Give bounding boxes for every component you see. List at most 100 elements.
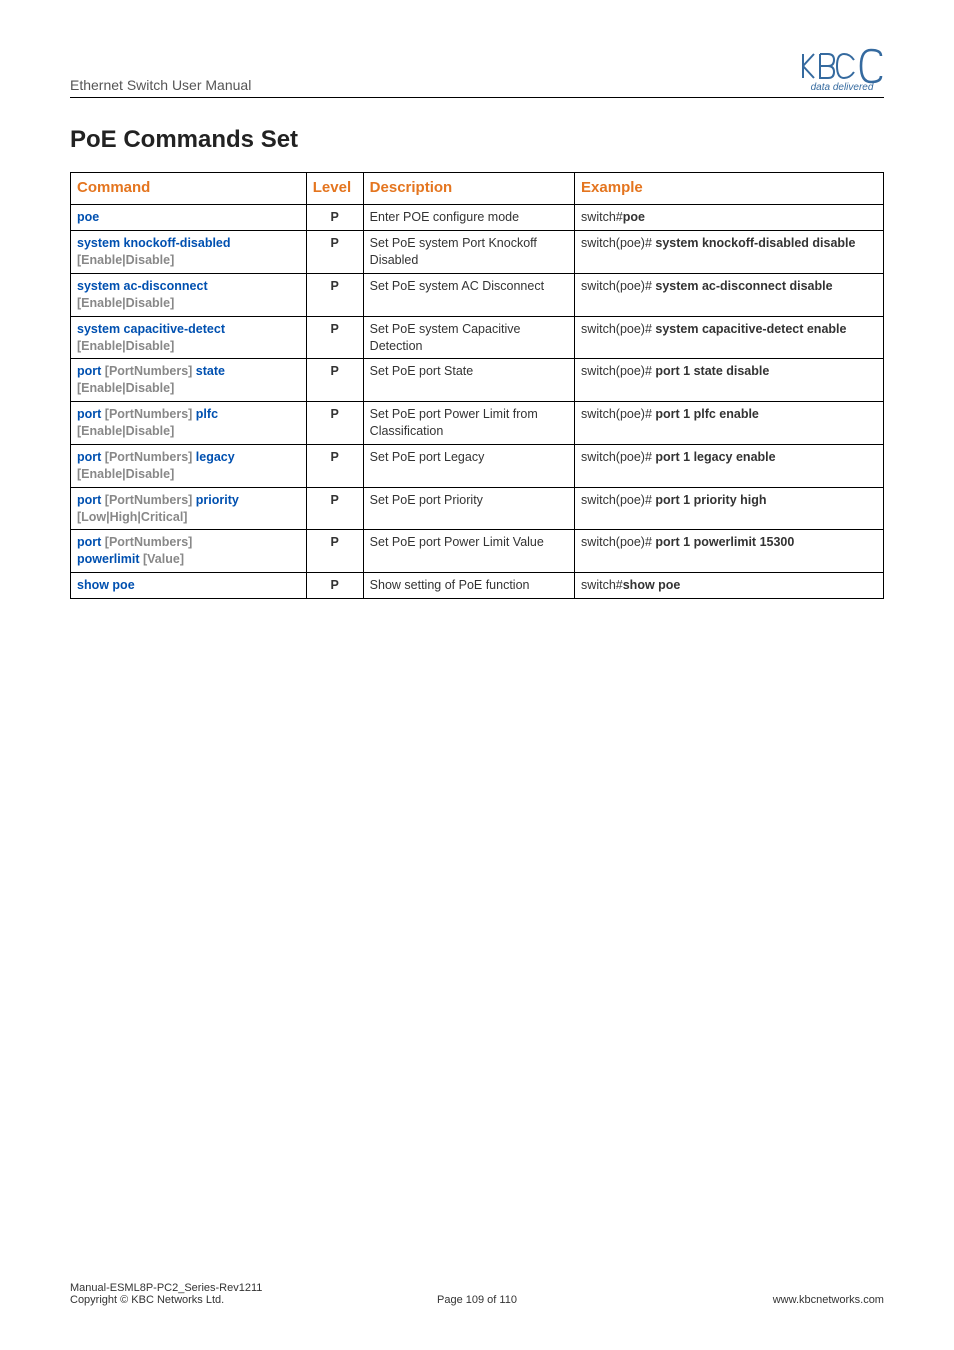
cmd-keyword: poe [77, 210, 99, 224]
cmd-param: [Enable|Disable] [77, 296, 174, 310]
example-command: port 1 plfc enable [655, 407, 759, 421]
cell-command: port [PortNumbers] state[Enable|Disable] [71, 359, 307, 402]
cell-example: switch(poe)# port 1 priority high [575, 487, 884, 530]
footer-page: Page 109 of 110 [341, 1294, 612, 1306]
table-row: system knockoff-disabled [Enable|Disable]… [71, 231, 884, 274]
cell-level: P [306, 573, 363, 599]
table-row: port [PortNumbers]powerlimit [Value]PSet… [71, 530, 884, 573]
cmd-param: [Enable|Disable] [77, 381, 174, 395]
table-row: port [PortNumbers] plfc[Enable|Disable]P… [71, 402, 884, 445]
manual-title: Ethernet Switch User Manual [70, 77, 251, 93]
footer-left: Manual-ESML8P-PC2_Series-Rev1211 Copyrig… [70, 1282, 341, 1306]
footer-url: www.kbcnetworks.com [613, 1294, 884, 1306]
example-command: system knockoff-disabled disable [655, 236, 855, 250]
cell-command: port [PortNumbers] powerlimit [Value] [71, 530, 307, 573]
cell-level: P [306, 316, 363, 359]
cmd-keyword: port [77, 493, 101, 507]
footer-copyright: Copyright © KBC Networks Ltd. [70, 1294, 341, 1306]
table-header-row: Command Level Description Example [71, 173, 884, 205]
cell-example: switch(poe)# port 1 powerlimit 15300 [575, 530, 884, 573]
cmd-param: [PortNumbers] [105, 450, 193, 464]
cmd-keyword: priority [196, 493, 239, 507]
cmd-keyword: system knockoff-disabled [77, 236, 231, 250]
example-prefix: switch(poe)# [581, 450, 655, 464]
cmd-param: [PortNumbers] [105, 493, 193, 507]
table-row: system capacitive-detect [Enable|Disable]… [71, 316, 884, 359]
footer-right: www.kbcnetworks.com [613, 1282, 884, 1306]
example-command: port 1 legacy enable [655, 450, 775, 464]
page-footer: Manual-ESML8P-PC2_Series-Rev1211 Copyrig… [70, 1282, 884, 1306]
cell-level: P [306, 205, 363, 231]
cmd-param: [Enable|Disable] [77, 424, 174, 438]
cmd-keyword: powerlimit [77, 552, 140, 566]
cell-command: show poe [71, 573, 307, 599]
th-description: Description [363, 173, 574, 205]
example-command: show poe [623, 578, 681, 592]
example-prefix: switch(poe)# [581, 364, 655, 378]
cell-command: port [PortNumbers] priority [Low|High|Cri… [71, 487, 307, 530]
cell-level: P [306, 487, 363, 530]
cell-example: switch(poe)# system knockoff-disabled di… [575, 231, 884, 274]
example-prefix: switch# [581, 578, 623, 592]
cell-level: P [306, 444, 363, 487]
example-command: system ac-disconnect disable [655, 279, 832, 293]
cmd-param: [PortNumbers] [105, 535, 193, 549]
cell-description: Enter POE configure mode [363, 205, 574, 231]
cmd-keyword: port [77, 450, 101, 464]
example-command: port 1 priority high [655, 493, 766, 507]
cell-example: switch(poe)# system capacitive-detect en… [575, 316, 884, 359]
cmd-keyword: plfc [196, 407, 218, 421]
cmd-param: [PortNumbers] [105, 364, 193, 378]
cell-description: Set PoE port Priority [363, 487, 574, 530]
cmd-keyword: state [196, 364, 225, 378]
cell-command: port [PortNumbers] legacy [Enable|Disable… [71, 444, 307, 487]
section-title: PoE Commands Set [70, 126, 884, 154]
cell-example: switch(poe)# port 1 plfc enable [575, 402, 884, 445]
example-prefix: switch(poe)# [581, 279, 655, 293]
cell-description: Set PoE system Port Knockoff Disabled [363, 231, 574, 274]
th-command: Command [71, 173, 307, 205]
cmd-keyword: port [77, 407, 101, 421]
cell-level: P [306, 402, 363, 445]
cmd-param: [Enable|Disable] [77, 253, 174, 267]
cmd-param: [Enable|Disable] [77, 339, 174, 353]
cell-level: P [306, 273, 363, 316]
brand-logo: data delivered [800, 48, 884, 93]
cell-command: system ac-disconnect [Enable|Disable] [71, 273, 307, 316]
cell-level: P [306, 359, 363, 402]
cmd-keyword: system ac-disconnect [77, 279, 208, 293]
footer-manual-ref: Manual-ESML8P-PC2_Series-Rev1211 [70, 1282, 341, 1294]
th-example: Example [575, 173, 884, 205]
cell-command: system capacitive-detect [Enable|Disable] [71, 316, 307, 359]
cmd-param: [Value] [143, 552, 184, 566]
table-row: poePEnter POE configure modeswitch#poe [71, 205, 884, 231]
cmd-keyword: show poe [77, 578, 135, 592]
cmd-keyword: port [77, 535, 101, 549]
example-prefix: switch(poe)# [581, 493, 655, 507]
cell-example: switch#show poe [575, 573, 884, 599]
kbc-logo-icon [800, 48, 884, 84]
example-command: port 1 powerlimit 15300 [655, 535, 794, 549]
example-prefix: switch(poe)# [581, 535, 655, 549]
table-row: port [PortNumbers] state[Enable|Disable]… [71, 359, 884, 402]
example-command: system capacitive-detect enable [655, 322, 846, 336]
cell-example: switch(poe)# system ac-disconnect disabl… [575, 273, 884, 316]
example-prefix: switch(poe)# [581, 407, 655, 421]
cmd-keyword: system capacitive-detect [77, 322, 225, 336]
brand-tagline: data delivered [811, 82, 874, 93]
cell-level: P [306, 231, 363, 274]
table-row: port [PortNumbers] priority [Low|High|Cri… [71, 487, 884, 530]
cell-description: Set PoE system Capacitive Detection [363, 316, 574, 359]
cmd-param: [Enable|Disable] [77, 467, 174, 481]
cmd-keyword: legacy [196, 450, 235, 464]
footer-center: Page 109 of 110 [341, 1282, 612, 1306]
example-prefix: switch(poe)# [581, 236, 655, 250]
cell-description: Set PoE system AC Disconnect [363, 273, 574, 316]
table-row: system ac-disconnect [Enable|Disable] PSet… [71, 273, 884, 316]
page-header: Ethernet Switch User Manual data deliver… [70, 48, 884, 98]
commands-table: Command Level Description Example poePEn… [70, 172, 884, 599]
example-prefix: switch# [581, 210, 623, 224]
table-row: show poePShow setting of PoE functionswi… [71, 573, 884, 599]
cmd-param: [Low|High|Critical] [77, 510, 187, 524]
cell-level: P [306, 530, 363, 573]
